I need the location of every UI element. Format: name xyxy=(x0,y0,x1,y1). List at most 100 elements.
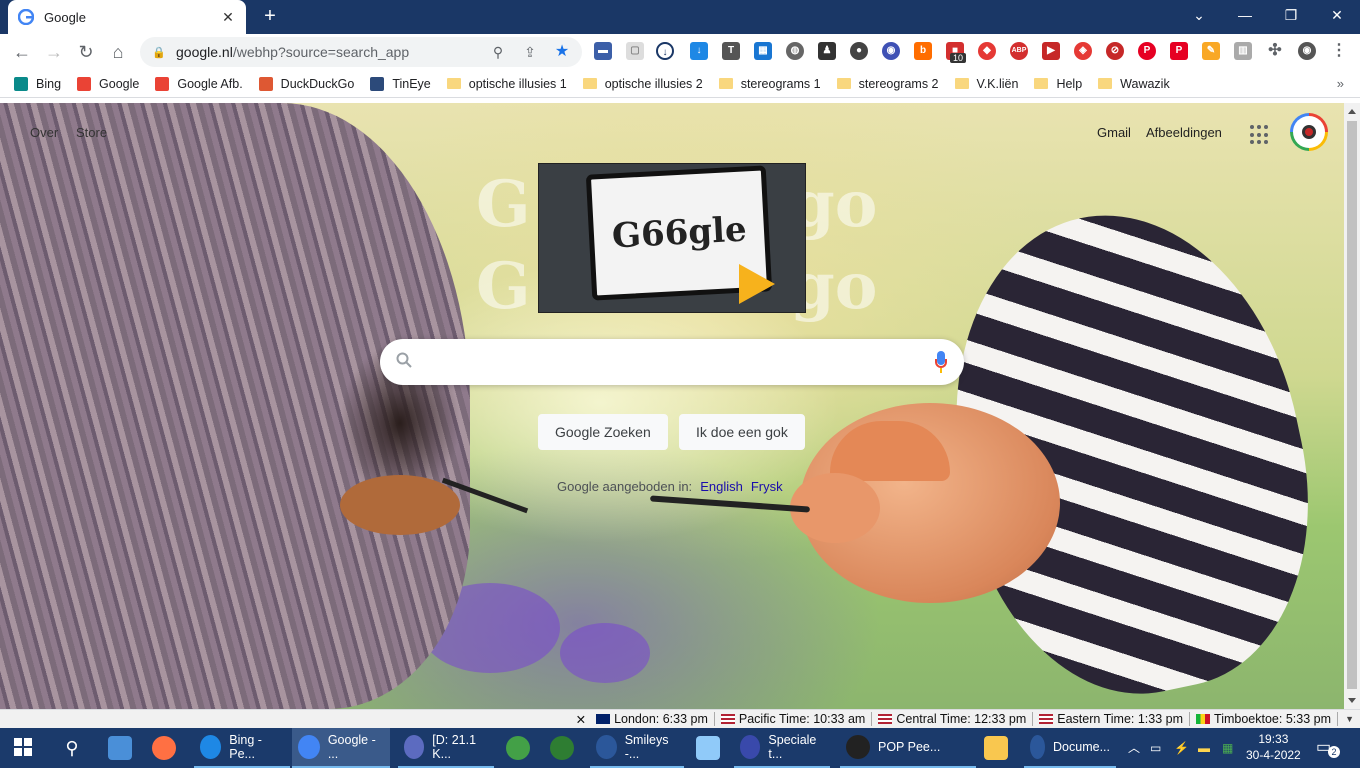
taskbar-window-button[interactable]: Smileys -... xyxy=(590,728,684,768)
about-link[interactable]: Over xyxy=(30,125,58,140)
extension-gray-icon[interactable]: ▥ xyxy=(1234,42,1252,60)
google-search-button[interactable]: Google Zoeken xyxy=(538,414,668,450)
pinterest-save-icon[interactable]: P xyxy=(1170,42,1188,60)
minimize-button[interactable]: — xyxy=(1222,0,1268,30)
new-tab-button[interactable]: + xyxy=(258,5,282,29)
bookmark-folder[interactable]: optische illusies 2 xyxy=(582,76,703,91)
extension-red-icon[interactable]: ◆ xyxy=(978,42,996,60)
feeling-lucky-button[interactable]: Ik doe een gok xyxy=(679,414,805,450)
microphone-icon[interactable] xyxy=(934,351,948,373)
globe-app-icon[interactable] xyxy=(550,736,574,760)
taskbar-window-button[interactable]: Google - ... xyxy=(292,728,390,768)
pinterest-icon[interactable]: P xyxy=(1138,42,1156,60)
google-apps-icon[interactable] xyxy=(1248,123,1272,147)
taskbar-window-button[interactable]: Speciale t... xyxy=(734,728,830,768)
taskbar-app-icon[interactable] xyxy=(696,736,720,760)
scroll-down-arrow-icon[interactable] xyxy=(1348,698,1356,703)
doodle-ghost-letter: G xyxy=(476,167,531,242)
bookmarks-overflow-icon[interactable]: » xyxy=(1337,76,1344,91)
tab-close-icon[interactable]: ✕ xyxy=(220,9,236,26)
clock-bar-close-icon[interactable]: ✕ xyxy=(576,712,586,727)
window-close-button[interactable]: ✕ xyxy=(1314,0,1360,30)
tray-power-icon[interactable]: ⚡ xyxy=(1174,728,1189,768)
address-url[interactable]: google.nl/webhp?source=search_app xyxy=(176,44,486,60)
language-link-frysk[interactable]: Frysk xyxy=(751,479,783,494)
extension-globe-icon[interactable]: ◍ xyxy=(786,42,804,60)
extension-download-circle-icon[interactable]: ↓ xyxy=(656,42,674,60)
extension-grid-icon[interactable]: ▦ xyxy=(754,42,772,60)
home-icon[interactable]: ⌂ xyxy=(106,40,130,64)
extension-pen-icon[interactable]: ✎ xyxy=(1202,42,1220,60)
extension-play-icon[interactable]: ▶ xyxy=(1042,42,1060,60)
windows-start-icon[interactable] xyxy=(14,738,32,756)
file-explorer-icon[interactable] xyxy=(984,736,1008,760)
bookmark-folder[interactable]: stereograms 1 xyxy=(718,77,821,91)
utorrent-icon[interactable] xyxy=(506,736,530,760)
tray-app-icon[interactable]: ▦ xyxy=(1222,728,1233,768)
clock-bar-dropdown-icon[interactable]: ▼ xyxy=(1345,714,1354,724)
search-icon xyxy=(396,352,416,372)
location-pin-icon[interactable]: ⚲ xyxy=(486,40,510,64)
bookmark-item[interactable]: Bing xyxy=(14,76,61,91)
bookmark-item[interactable]: Google xyxy=(77,76,139,91)
reload-icon[interactable]: ↻ xyxy=(74,40,98,64)
adblock-icon[interactable]: ABP xyxy=(1010,42,1028,60)
taskbar-window-button[interactable]: [D: 21.1 K... xyxy=(398,728,494,768)
bookmark-folder[interactable]: Wawazik xyxy=(1098,77,1170,91)
extensions-puzzle-icon[interactable]: ✣ xyxy=(1266,42,1284,60)
extension-page-icon[interactable]: ▢ xyxy=(626,42,644,60)
profile-avatar-icon[interactable]: ◉ xyxy=(1298,42,1316,60)
tray-folder-icon[interactable]: ▬ xyxy=(1198,728,1210,768)
extension-bing-icon[interactable]: b xyxy=(914,42,932,60)
maximize-button[interactable]: ❐ xyxy=(1268,0,1314,30)
bookmark-item[interactable]: DuckDuckGo xyxy=(258,76,354,91)
store-link[interactable]: Store xyxy=(76,125,107,140)
back-arrow-icon[interactable]: ← xyxy=(10,40,34,64)
taskbar-clock[interactable]: 19:33 30-4-2022 xyxy=(1246,731,1301,763)
search-box[interactable] xyxy=(380,339,964,385)
bookmark-folder[interactable]: Help xyxy=(1034,77,1082,91)
tab-search-button[interactable]: ⌄ xyxy=(1176,0,1222,30)
extension-download-icon[interactable]: ↓ xyxy=(690,42,708,60)
google-doodle[interactable]: G66gle xyxy=(538,163,806,313)
forward-arrow-icon[interactable]: → xyxy=(42,40,66,64)
vertical-scrollbar[interactable] xyxy=(1344,103,1360,709)
language-link-english[interactable]: English xyxy=(700,479,743,494)
extension-shield-icon[interactable]: ◈ xyxy=(1074,42,1092,60)
scrollbar-thumb[interactable] xyxy=(1347,121,1357,689)
browser-tab-google[interactable]: Google ✕ xyxy=(8,0,246,34)
share-icon[interactable]: ⇪ xyxy=(518,40,542,64)
menu-kebab-icon[interactable]: ⋮ xyxy=(1330,42,1348,60)
bookmark-star-icon[interactable]: ★ xyxy=(550,40,574,64)
bookmark-label: optische illusies 2 xyxy=(604,76,703,91)
scroll-up-arrow-icon[interactable] xyxy=(1348,109,1356,114)
bookmark-folder[interactable]: V.K.liën xyxy=(954,77,1018,91)
doodle-play-icon[interactable] xyxy=(739,264,775,304)
taskbar-window-button[interactable]: Docume... xyxy=(1024,728,1116,768)
search-input[interactable] xyxy=(426,353,934,371)
extension-text-icon[interactable]: T xyxy=(722,42,740,60)
bookmark-item[interactable]: Google Afb. xyxy=(155,76,243,91)
extension-slash-icon[interactable]: ⊘ xyxy=(1106,42,1124,60)
taskbar-window-button[interactable]: POP Pee... xyxy=(840,728,976,768)
world-clock-zone: London: 6:33 pm xyxy=(590,712,715,726)
bookmark-label: Help xyxy=(1056,76,1083,91)
taskbar-search-icon[interactable]: ⚲ xyxy=(60,736,84,760)
gmail-link[interactable]: Gmail xyxy=(1097,125,1131,140)
taskbar-app-icon[interactable] xyxy=(108,736,132,760)
taskbar-window-button[interactable]: Bing - Pe... xyxy=(194,728,290,768)
extension-person-icon[interactable]: ♟ xyxy=(818,42,836,60)
firefox-icon[interactable] xyxy=(152,736,176,760)
extension-flag-icon[interactable]: ▬ xyxy=(594,42,612,60)
address-bar[interactable]: 🔒 google.nl/webhp?source=search_app ⚲ ⇪ … xyxy=(140,37,582,67)
extension-bulb-icon[interactable]: ● xyxy=(850,42,868,60)
images-link[interactable]: Afbeeldingen xyxy=(1146,125,1222,140)
account-avatar[interactable] xyxy=(1290,113,1328,151)
lock-icon[interactable]: 🔒 xyxy=(152,46,166,59)
bookmark-item[interactable]: TinEye xyxy=(370,76,431,91)
extension-earth-icon[interactable]: ◉ xyxy=(882,42,900,60)
bookmark-folder[interactable]: stereograms 2 xyxy=(836,77,939,91)
bookmark-folder[interactable]: optische illusies 1 xyxy=(446,77,567,91)
tray-network-icon[interactable]: ▭ xyxy=(1150,728,1161,768)
tray-overflow-icon[interactable]: ︿ xyxy=(1128,728,1140,768)
